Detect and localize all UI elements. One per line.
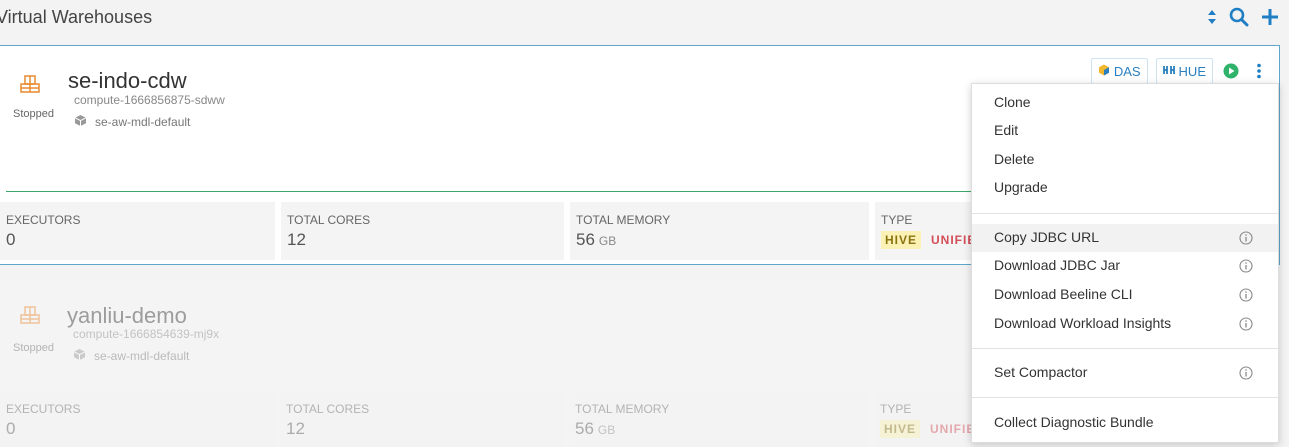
page-header: Virtual Warehouses: [0, 0, 1289, 36]
menu-label: Set Compactor: [994, 364, 1088, 380]
more-vertical-icon: [1257, 63, 1261, 79]
stat-executors: EXECUTORS 0: [0, 202, 275, 260]
hue-label: HUE: [1178, 63, 1206, 79]
start-button[interactable]: [1221, 58, 1241, 84]
menu-label: Download Beeline CLI: [994, 286, 1133, 302]
type-tags: HIVE UNIFIE: [880, 420, 979, 438]
stat-label: TOTAL MEMORY: [575, 402, 670, 416]
info-icon[interactable]: [1239, 288, 1253, 307]
menu-label: Copy JDBC URL: [994, 229, 1100, 245]
page-title: Virtual Warehouses: [0, 7, 153, 27]
das-button[interactable]: DAS: [1090, 58, 1148, 84]
stat-label: EXECUTORS: [6, 402, 81, 416]
compute-id: compute-1666856875-sdww: [74, 93, 225, 107]
stat-label: TYPE: [880, 402, 912, 416]
das-icon: [1098, 64, 1110, 79]
stat-label: TYPE: [881, 213, 913, 227]
type-tags: HIVE UNIFIE: [881, 231, 980, 249]
environment-name: se-aw-mdl-default: [95, 115, 191, 129]
environment-name: se-aw-mdl-default: [94, 349, 190, 363]
menu-label: Delete: [994, 151, 1035, 167]
stat-total-cores: TOTAL CORES 12: [280, 391, 563, 447]
info-icon[interactable]: [1239, 317, 1253, 336]
menu-divider: [972, 348, 1278, 349]
stat-value: 56 GB: [575, 419, 615, 439]
menu-label: Collect Diagnostic Bundle: [994, 414, 1154, 430]
sort-icon[interactable]: [1207, 9, 1217, 25]
type-tag-hive: HIVE: [881, 231, 922, 249]
warehouse-icon: [19, 72, 41, 99]
menu-item-clone[interactable]: Clone: [972, 89, 1278, 117]
warehouse-icon: [19, 303, 41, 330]
more-options-button[interactable]: [1249, 58, 1269, 84]
stat-label: TOTAL CORES: [286, 402, 370, 416]
menu-divider: [972, 397, 1278, 398]
stat-value: 12: [286, 419, 305, 438]
stat-label: TOTAL MEMORY: [576, 213, 671, 227]
menu-label: Clone: [994, 94, 1031, 110]
memory-value: 56: [576, 230, 595, 249]
menu-item-collect-diagnostic-bundle[interactable]: Collect Diagnostic Bundle: [972, 409, 1278, 437]
menu-item-upgrade[interactable]: Upgrade: [972, 174, 1278, 202]
menu-label: Download JDBC Jar: [994, 257, 1121, 273]
menu-item-set-compactor[interactable]: Set Compactor: [972, 359, 1278, 387]
menu-item-download-jdbc-jar[interactable]: Download JDBC Jar: [972, 252, 1278, 280]
menu-item-download-beeline-cli[interactable]: Download Beeline CLI: [972, 281, 1278, 309]
info-icon[interactable]: [1239, 259, 1253, 278]
environment: se-aw-mdl-default: [73, 348, 189, 364]
das-label: DAS: [1113, 63, 1141, 79]
memory-value: 56: [575, 419, 594, 438]
compute-id: compute-1666854639-mj9x: [73, 327, 220, 341]
menu-label: Upgrade: [994, 179, 1048, 195]
hue-icon: [1162, 64, 1175, 79]
stat-value: 56 GB: [576, 230, 616, 250]
options-menu: Clone Edit Delete Upgrade Copy JDBC URL …: [971, 83, 1279, 443]
menu-item-download-workload-insights[interactable]: Download Workload Insights: [972, 310, 1278, 338]
stat-total-cores: TOTAL CORES 12: [281, 202, 564, 260]
hue-button[interactable]: HUE: [1155, 58, 1213, 84]
play-icon: [1223, 63, 1239, 79]
status-label: Stopped: [13, 108, 54, 120]
stat-total-memory: TOTAL MEMORY 56 GB: [569, 391, 868, 447]
stat-value: 0: [6, 419, 16, 438]
menu-item-edit[interactable]: Edit: [972, 117, 1278, 145]
memory-unit: GB: [598, 234, 617, 248]
cube-icon: [73, 348, 86, 364]
stat-total-memory: TOTAL MEMORY 56 GB: [570, 202, 869, 260]
menu-item-copy-jdbc-url[interactable]: Copy JDBC URL: [972, 224, 1278, 252]
memory-unit: GB: [597, 423, 616, 437]
type-tag-hive: HIVE: [880, 420, 921, 438]
environment: se-aw-mdl-default: [74, 114, 190, 130]
stat-label: TOTAL CORES: [287, 213, 371, 227]
status-label: Stopped: [13, 342, 54, 354]
stat-executors: EXECUTORS 0: [0, 391, 274, 447]
card-actions: DAS HUE: [1090, 58, 1269, 84]
menu-divider: [972, 213, 1278, 214]
search-icon[interactable]: [1229, 7, 1249, 27]
info-icon[interactable]: [1239, 366, 1253, 385]
info-icon[interactable]: [1239, 231, 1253, 250]
cube-icon: [74, 114, 87, 130]
warehouse-name[interactable]: se-indo-cdw: [68, 68, 187, 94]
plus-icon[interactable]: [1261, 8, 1279, 26]
menu-label: Download Workload Insights: [994, 315, 1172, 331]
stat-value: 12: [287, 230, 306, 249]
stat-label: EXECUTORS: [6, 213, 81, 227]
menu-label: Edit: [994, 122, 1019, 138]
menu-item-delete[interactable]: Delete: [972, 146, 1278, 174]
warehouse-name[interactable]: yanliu-demo: [67, 303, 187, 329]
header-actions: [1207, 7, 1279, 27]
stat-value: 0: [6, 230, 16, 249]
